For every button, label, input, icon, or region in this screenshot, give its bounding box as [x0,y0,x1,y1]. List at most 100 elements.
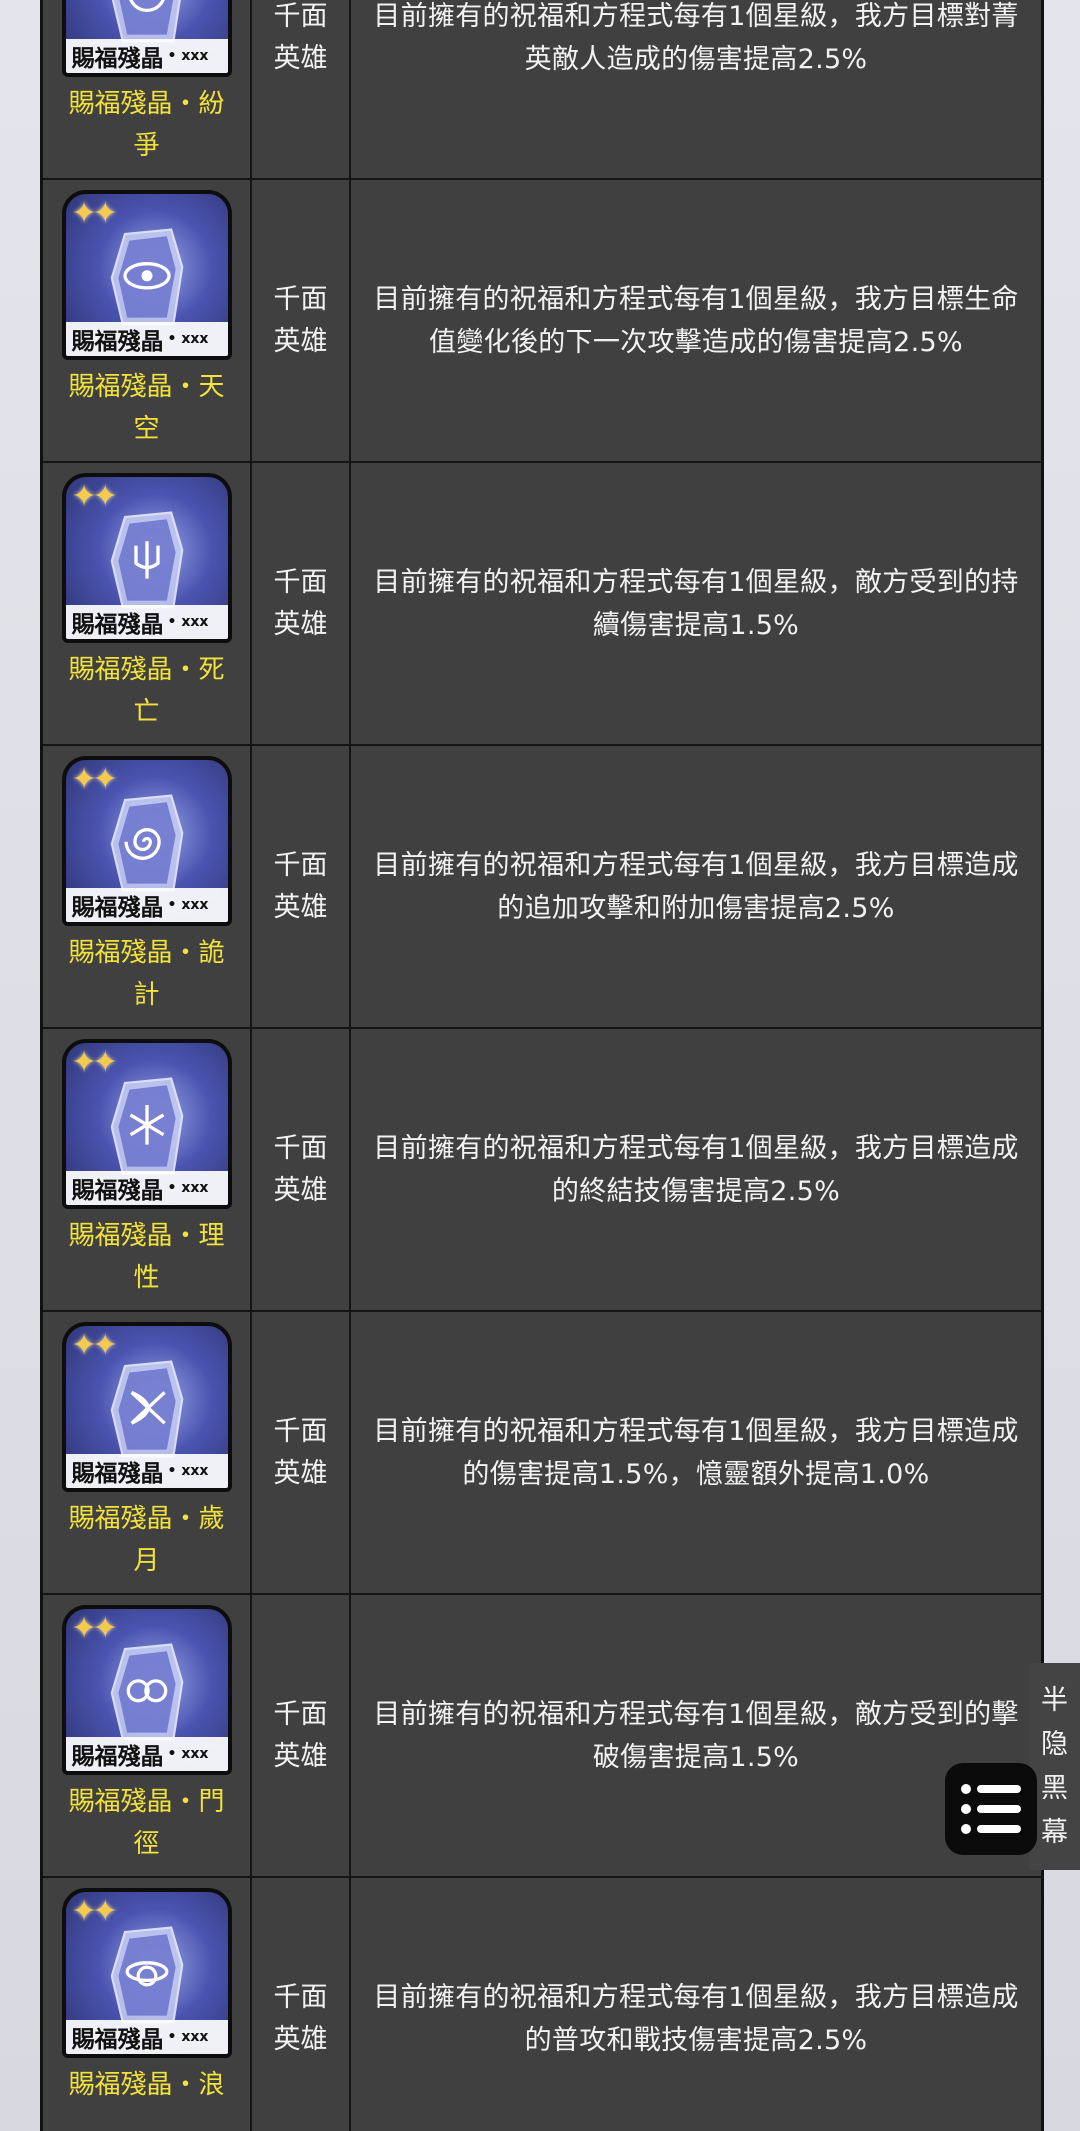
icon-caption-badge: • xxx [167,48,209,64]
relic-table: ✦✦ 賜福殘晶 • xxx 賜福殘晶・紛爭 千面英雄 目前擁有的祝福和方程式每有… [40,0,1044,2131]
item-cell: ✦✦ 賜福殘晶 • xxx 賜福殘晶・浪 [43,1878,252,2131]
icon-caption-text: 賜福殘晶 [71,1461,164,1487]
relic-icon[interactable]: ✦✦ 賜福殘晶 • xxx [61,1039,232,1209]
icon-caption: 賜福殘晶 • xxx [65,322,228,356]
item-cell: ✦✦ 賜福殘晶 • xxx 賜福殘晶・歲月 [43,1312,252,1593]
icon-caption-text: 賜福殘晶 [71,329,164,355]
relic-icon[interactable]: ✦✦ 賜福殘晶 • xxx [61,190,232,360]
effect-description: 目前擁有的祝福和方程式每有1個星級，敵方受到的持續傷害提高1.5% [373,566,1019,641]
type-label: 千面英雄 [273,283,328,357]
effect-description: 目前擁有的祝福和方程式每有1個星級，我方目標造成的普攻和戰技傷害提高2.5% [373,1981,1019,2056]
type-label: 千面英雄 [273,1132,328,1206]
list-menu-icon [961,1784,1021,1834]
item-cell: ✦✦ 賜福殘晶 • xxx 賜福殘晶・門徑 [43,1595,252,1876]
effect-description: 目前擁有的祝福和方程式每有1個星級，我方目標生命值變化後的下一次攻擊造成的傷害提… [373,283,1019,358]
item-cell: ✦✦ 賜福殘晶 • xxx 賜福殘晶・理性 [43,1029,252,1310]
table-row: ✦✦ 賜福殘晶 • xxx 賜福殘晶・理性 千面英雄 目前擁有的祝福和方程式每有… [43,1029,1041,1312]
icon-caption: 賜福殘晶 • xxx [65,39,228,73]
description-cell: 目前擁有的祝福和方程式每有1個星級，我方目標對菁英敵人造成的傷害提高2.5% [351,0,1041,178]
table-row: ✦✦ 賜福殘晶 • xxx 賜福殘晶・詭計 千面英雄 目前擁有的祝福和方程式每有… [43,746,1041,1029]
icon-caption-text: 賜福殘晶 [71,895,164,921]
item-cell: ✦✦ 賜福殘晶 • xxx 賜福殘晶・詭計 [43,746,252,1027]
icon-caption-badge: • xxx [167,1746,209,1762]
type-label: 千面英雄 [273,566,328,640]
item-cell: ✦✦ 賜福殘晶 • xxx 賜福殘晶・天空 [43,180,252,461]
icon-caption-text: 賜福殘晶 [71,612,164,638]
description-cell: 目前擁有的祝福和方程式每有1個星級，我方目標造成的終結技傷害提高2.5% [351,1029,1041,1310]
blackout-toggle-label: 半隐黑幕 [1041,1684,1068,1848]
icon-caption: 賜福殘晶 • xxx [65,888,228,922]
type-label: 千面英雄 [273,1415,328,1489]
type-cell: 千面英雄 [252,1878,351,2131]
icon-caption-text: 賜福殘晶 [71,2027,164,2053]
effect-description: 目前擁有的祝福和方程式每有1個星級，我方目標造成的傷害提高1.5%，憶靈額外提高… [373,1415,1019,1490]
crystal-icon [110,1643,183,1741]
type-label: 千面英雄 [273,0,328,74]
table-row: ✦✦ 賜福殘晶 • xxx 賜福殘晶・浪 千面英雄 目前擁有的祝福和方程式每有1… [43,1878,1041,2131]
icon-caption-text: 賜福殘晶 [71,1178,164,1204]
menu-button[interactable] [945,1763,1037,1855]
item-name-link[interactable]: 賜福殘晶・理性 [57,1215,237,1299]
type-cell: 千面英雄 [252,180,351,461]
description-cell: 目前擁有的祝福和方程式每有1個星級，我方目標生命值變化後的下一次攻擊造成的傷害提… [351,180,1041,461]
relic-icon[interactable]: ✦✦ 賜福殘晶 • xxx [61,1605,232,1775]
type-cell: 千面英雄 [252,1595,351,1876]
crystal-icon [110,1360,183,1458]
item-name-link[interactable]: 賜福殘晶・天空 [57,366,237,450]
relic-icon[interactable]: ✦✦ 賜福殘晶 • xxx [61,0,232,77]
description-cell: 目前擁有的祝福和方程式每有1個星級，我方目標造成的傷害提高1.5%，憶靈額外提高… [351,1312,1041,1593]
icon-caption: 賜福殘晶 • xxx [65,1737,228,1771]
item-name-link[interactable]: 賜福殘晶・詭計 [57,932,237,1016]
table-row: ✦✦ 賜福殘晶 • xxx 賜福殘晶・歲月 千面英雄 目前擁有的祝福和方程式每有… [43,1312,1041,1595]
item-cell: ✦✦ 賜福殘晶 • xxx 賜福殘晶・死亡 [43,463,252,744]
page: ✦✦ 賜福殘晶 • xxx 賜福殘晶・紛爭 千面英雄 目前擁有的祝福和方程式每有… [0,0,1080,2131]
table-row: ✦✦ 賜福殘晶 • xxx 賜福殘晶・天空 千面英雄 目前擁有的祝福和方程式每有… [43,180,1041,463]
icon-caption-badge: • xxx [167,1180,209,1196]
crystal-icon [110,794,183,892]
table-row: ✦✦ 賜福殘晶 • xxx 賜福殘晶・死亡 千面英雄 目前擁有的祝福和方程式每有… [43,463,1041,746]
item-name-link[interactable]: 賜福殘晶・紛爭 [57,83,237,167]
item-name-link[interactable]: 賜福殘晶・浪 [57,2064,237,2106]
crystal-icon [110,228,183,326]
type-cell: 千面英雄 [252,0,351,178]
icon-caption: 賜福殘晶 • xxx [65,1454,228,1488]
description-cell: 目前擁有的祝福和方程式每有1個星級，敵方受到的持續傷害提高1.5% [351,463,1041,744]
relic-icon[interactable]: ✦✦ 賜福殘晶 • xxx [61,1322,232,1492]
type-label: 千面英雄 [273,849,328,923]
icon-caption-badge: • xxx [167,897,209,913]
crystal-icon [110,511,183,609]
item-name-link[interactable]: 賜福殘晶・死亡 [57,649,237,733]
item-name-link[interactable]: 賜福殘晶・歲月 [57,1498,237,1582]
type-label: 千面英雄 [273,1698,328,1772]
item-cell: ✦✦ 賜福殘晶 • xxx 賜福殘晶・紛爭 [43,0,252,178]
crystal-icon [110,1926,183,2024]
icon-caption-badge: • xxx [167,614,209,630]
relic-icon[interactable]: ✦✦ 賜福殘晶 • xxx [61,756,232,926]
type-cell: 千面英雄 [252,746,351,1027]
table-row: ✦✦ 賜福殘晶 • xxx 賜福殘晶・紛爭 千面英雄 目前擁有的祝福和方程式每有… [43,0,1041,180]
description-cell: 目前擁有的祝福和方程式每有1個星級，我方目標造成的追加攻擊和附加傷害提高2.5% [351,746,1041,1027]
effect-description: 目前擁有的祝福和方程式每有1個星級，敵方受到的擊破傷害提高1.5% [373,1698,1019,1773]
relic-icon[interactable]: ✦✦ 賜福殘晶 • xxx [61,1888,232,2058]
effect-description: 目前擁有的祝福和方程式每有1個星級，我方目標對菁英敵人造成的傷害提高2.5% [373,0,1019,75]
icon-caption: 賜福殘晶 • xxx [65,2020,228,2054]
icon-caption-badge: • xxx [167,331,209,347]
type-cell: 千面英雄 [252,463,351,744]
icon-caption: 賜福殘晶 • xxx [65,605,228,639]
description-cell: 目前擁有的祝福和方程式每有1個星級，我方目標造成的普攻和戰技傷害提高2.5% [351,1878,1041,2131]
relic-icon[interactable]: ✦✦ 賜福殘晶 • xxx [61,473,232,643]
icon-caption-badge: • xxx [167,2029,209,2045]
icon-caption-badge: • xxx [167,1463,209,1479]
type-cell: 千面英雄 [252,1029,351,1310]
type-cell: 千面英雄 [252,1312,351,1593]
item-name-link[interactable]: 賜福殘晶・門徑 [57,1781,237,1865]
icon-caption-text: 賜福殘晶 [71,46,164,72]
effect-description: 目前擁有的祝福和方程式每有1個星級，我方目標造成的終結技傷害提高2.5% [373,1132,1019,1207]
crystal-icon [110,1077,183,1175]
description-cell: 目前擁有的祝福和方程式每有1個星級，敵方受到的擊破傷害提高1.5% [351,1595,1041,1876]
table-row: ✦✦ 賜福殘晶 • xxx 賜福殘晶・門徑 千面英雄 目前擁有的祝福和方程式每有… [43,1595,1041,1878]
effect-description: 目前擁有的祝福和方程式每有1個星級，我方目標造成的追加攻擊和附加傷害提高2.5% [373,849,1019,924]
type-label: 千面英雄 [273,1981,328,2055]
icon-caption-text: 賜福殘晶 [71,1744,164,1770]
icon-caption: 賜福殘晶 • xxx [65,1171,228,1205]
